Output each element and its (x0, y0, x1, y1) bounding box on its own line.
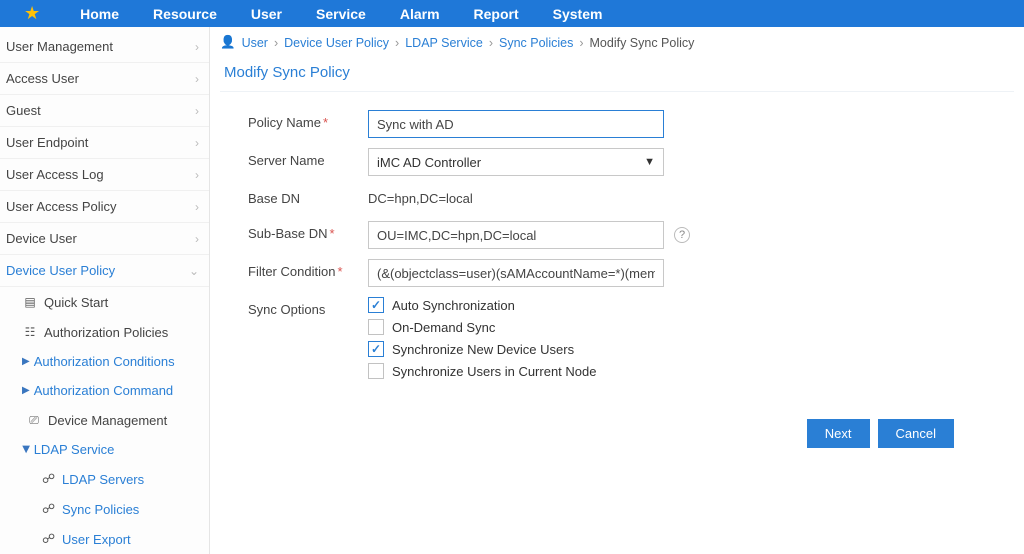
nav-system[interactable]: System (553, 6, 603, 22)
chevron-down-icon: ⌄ (189, 264, 199, 278)
label-server-name: Server Name (248, 148, 368, 168)
user-icon: 👤 (220, 35, 236, 50)
breadcrumb-ldap-service[interactable]: LDAP Service (405, 36, 483, 50)
sidebar-item-access-user[interactable]: Access User› (0, 63, 209, 95)
subnav-sync-policies[interactable]: ☍Sync Policies (0, 494, 209, 524)
breadcrumb-sync-policies[interactable]: Sync Policies (499, 36, 573, 50)
label-filter-condition: Filter Condition* (248, 259, 368, 279)
check-icon: ✓ (368, 341, 384, 357)
chevron-right-icon: › (195, 40, 199, 54)
nav-resource[interactable]: Resource (153, 6, 217, 22)
triangle-right-icon: ▶ (22, 385, 30, 396)
server-icon: ☍ (42, 471, 58, 487)
chevron-right-icon: › (195, 168, 199, 182)
nav-home[interactable]: Home (80, 6, 119, 22)
checkbox-on-demand[interactable]: ✓ On-Demand Sync (368, 319, 596, 335)
sidebar-item-device-user-policy[interactable]: Device User Policy⌄ (0, 255, 209, 287)
sync-icon: ☍ (42, 501, 58, 517)
select-server-name[interactable]: iMC AD Controller ▼ (368, 148, 664, 176)
chevron-right-icon: › (195, 232, 199, 246)
page-icon: ▤ (22, 294, 38, 310)
check-icon: ✓ (368, 319, 384, 335)
list-icon: ☷ (22, 324, 38, 340)
nav-user[interactable]: User (251, 6, 282, 22)
input-sub-base-dn[interactable] (368, 221, 664, 249)
sidebar-item-user-access-policy[interactable]: User Access Policy› (0, 191, 209, 223)
nav-alarm[interactable]: Alarm (400, 6, 440, 22)
caret-down-icon: ▼ (644, 156, 655, 168)
main-content: 👤 User › Device User Policy › LDAP Servi… (210, 27, 1024, 554)
input-policy-name[interactable] (368, 110, 664, 138)
form: Policy Name* Server Name iMC AD Controll… (220, 110, 1014, 385)
check-icon: ✓ (368, 363, 384, 379)
checkbox-sync-current-node[interactable]: ✓ Synchronize Users in Current Node (368, 363, 596, 379)
help-icon[interactable]: ? (674, 227, 690, 243)
sidebar: User Management› Access User› Guest› Use… (0, 27, 210, 554)
subnav-ldap-service[interactable]: ▶LDAP Service (0, 435, 209, 464)
subnav-ldap-servers[interactable]: ☍LDAP Servers (0, 464, 209, 494)
breadcrumb-device-user-policy[interactable]: Device User Policy (284, 36, 389, 50)
label-base-dn: Base DN (248, 186, 368, 206)
chevron-right-icon: › (195, 72, 199, 86)
label-sub-base-dn: Sub-Base DN* (248, 221, 368, 241)
sidebar-item-guest[interactable]: Guest› (0, 95, 209, 127)
button-bar: Next Cancel (220, 419, 1014, 448)
checkbox-auto-sync[interactable]: ✓ Auto Synchronization (368, 297, 596, 313)
top-nav-bar: ★ Home Resource User Service Alarm Repor… (0, 0, 1024, 27)
value-base-dn: DC=hpn,DC=local (368, 186, 668, 211)
triangle-right-icon: ▶ (22, 356, 30, 367)
checkbox-label: On-Demand Sync (392, 320, 495, 335)
label-sync-options: Sync Options (248, 297, 368, 317)
subnav-user-export[interactable]: ☍User Export (0, 524, 209, 554)
nav-report[interactable]: Report (474, 6, 519, 22)
sidebar-subnav: ▤Quick Start ☷Authorization Policies ▶Au… (0, 287, 209, 554)
triangle-down-icon: ▶ (20, 446, 31, 454)
device-icon: ⎚ (26, 412, 42, 428)
checkbox-label: Auto Synchronization (392, 298, 515, 313)
subnav-authorization-conditions[interactable]: ▶Authorization Conditions (0, 347, 209, 376)
check-icon: ✓ (368, 297, 384, 313)
label-policy-name: Policy Name* (248, 110, 368, 130)
subnav-authorization-command[interactable]: ▶Authorization Command (0, 376, 209, 405)
chevron-right-icon: › (195, 104, 199, 118)
chevron-right-icon: › (195, 200, 199, 214)
sidebar-item-user-endpoint[interactable]: User Endpoint› (0, 127, 209, 159)
cancel-button[interactable]: Cancel (878, 419, 954, 448)
subnav-device-management[interactable]: ⎚Device Management (0, 405, 209, 435)
sidebar-item-device-user[interactable]: Device User› (0, 223, 209, 255)
checkbox-sync-new-users[interactable]: ✓ Synchronize New Device Users (368, 341, 596, 357)
checkbox-label: Synchronize New Device Users (392, 342, 574, 357)
select-server-name-value: iMC AD Controller (377, 155, 481, 170)
page-title: Modify Sync Policy (220, 56, 1014, 92)
breadcrumb-current: Modify Sync Policy (590, 36, 695, 50)
star-icon[interactable]: ★ (24, 3, 40, 24)
nav-service[interactable]: Service (316, 6, 366, 22)
next-button[interactable]: Next (807, 419, 870, 448)
breadcrumb: 👤 User › Device User Policy › LDAP Servi… (220, 33, 1014, 56)
sidebar-item-user-access-log[interactable]: User Access Log› (0, 159, 209, 191)
sidebar-item-user-management[interactable]: User Management› (0, 31, 209, 63)
chevron-right-icon: › (195, 136, 199, 150)
input-filter-condition[interactable] (368, 259, 664, 287)
checkbox-label: Synchronize Users in Current Node (392, 364, 596, 379)
subnav-authorization-policies[interactable]: ☷Authorization Policies (0, 317, 209, 347)
subnav-quick-start[interactable]: ▤Quick Start (0, 287, 209, 317)
breadcrumb-user[interactable]: User (242, 36, 268, 50)
